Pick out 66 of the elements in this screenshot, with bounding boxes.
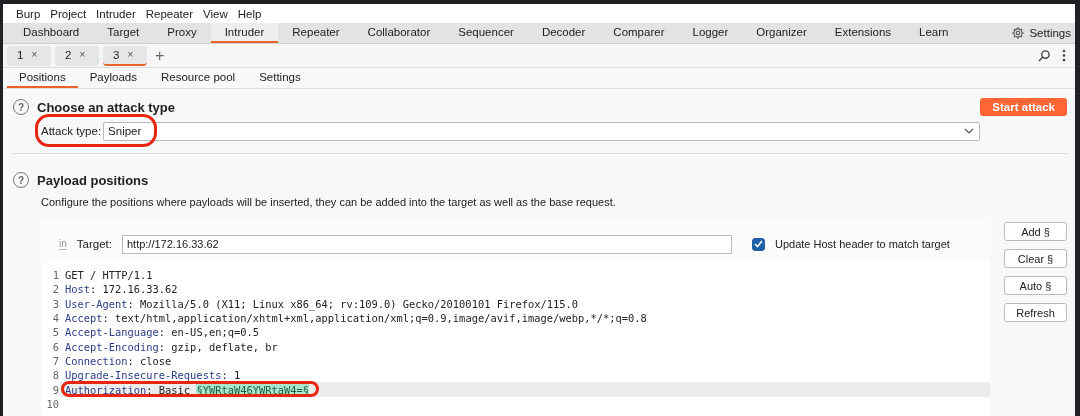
main-tab[interactable]: Organizer xyxy=(742,23,821,43)
sub-tab[interactable]: Settings xyxy=(247,68,313,88)
line-number: 3 xyxy=(51,297,60,310)
instance-tab[interactable]: 1 × xyxy=(7,45,51,66)
line-number: 4 xyxy=(51,312,60,325)
line-number: 10 xyxy=(45,397,60,410)
code-line: Accept: text/html,application/xhtml+xml,application/xml;q=0.9,image/avif,image/webp,*/*;q=0.8 xyxy=(64,311,648,326)
position-button[interactable]: Refresh xyxy=(1004,303,1067,322)
main-tab[interactable]: Proxy xyxy=(153,23,211,43)
menu-item[interactable]: Repeater xyxy=(140,7,199,20)
section-title: Choose an attack type xyxy=(37,99,175,115)
more-icon[interactable] xyxy=(1061,49,1067,62)
main-tab[interactable]: Target xyxy=(93,23,154,43)
line-number: 9 xyxy=(51,383,60,396)
checkbox-label: Update Host header to match target xyxy=(774,238,950,250)
code-line: Connection: close xyxy=(64,353,173,369)
menu-item[interactable]: View xyxy=(198,7,233,20)
line-number: 7 xyxy=(51,354,60,367)
main-tab[interactable]: Comparer xyxy=(599,23,679,43)
position-button[interactable]: Clear § xyxy=(1004,249,1067,268)
code-line: User-Agent: Mozilla/5.0 (X11; Linux x86_64; rv:109.0) Gecko/20100101 Firefox/115.0 xyxy=(64,296,579,311)
field-label: Target: xyxy=(76,238,112,250)
sub-tab[interactable]: Resource pool xyxy=(149,68,248,88)
code-line: GET / HTTP/1.1 xyxy=(64,268,154,283)
line-number: 1 xyxy=(51,269,60,282)
menu-item[interactable]: Help xyxy=(232,7,267,20)
line-number: 6 xyxy=(51,340,60,353)
position-button[interactable]: Add § xyxy=(1004,222,1067,241)
close-icon[interactable]: × xyxy=(31,49,38,60)
section-description: Configure the positions where payloads will be inserted, they can be added into the target as well as the base request. xyxy=(41,196,617,208)
main-tab[interactable]: Extensions xyxy=(820,23,906,43)
attack-type-select[interactable]: Sniper xyxy=(103,121,980,141)
main-tab[interactable]: Logger xyxy=(678,23,743,43)
sub-tab[interactable]: Positions xyxy=(7,68,78,88)
code-line: Host: 172.16.33.62 xyxy=(64,282,179,297)
main-tab[interactable]: Decoder xyxy=(527,23,600,43)
line-number: 5 xyxy=(51,326,60,339)
instance-tab[interactable]: 3 × xyxy=(103,45,147,66)
code-line: Upgrade-Insecure-Requests: 1 xyxy=(64,368,242,383)
main-tab[interactable]: Collaborator xyxy=(353,23,445,43)
position-button[interactable]: Auto § xyxy=(1004,276,1067,295)
code-line: Accept-Encoding: gzip, deflate, br xyxy=(64,339,279,354)
main-tab[interactable]: Intruder xyxy=(210,23,279,43)
menu-item[interactable]: Burp xyxy=(11,7,46,20)
field-label: Attack type: xyxy=(41,125,102,137)
main-tab[interactable]: Sequencer xyxy=(444,23,528,43)
settings-icon xyxy=(1011,26,1026,40)
search-icon[interactable] xyxy=(1038,49,1051,62)
add-tab-button[interactable]: + xyxy=(155,46,165,65)
line-number: 2 xyxy=(51,283,60,296)
instance-tab[interactable]: 2 × xyxy=(55,45,99,66)
chevron-icon xyxy=(964,128,974,134)
menu-item[interactable]: Intruder xyxy=(91,7,141,20)
target-field[interactable]: http://172.16.33.62 xyxy=(121,234,732,254)
line-number: 8 xyxy=(51,369,60,382)
settings-button[interactable]: Settings xyxy=(1011,23,1071,43)
section-title: Payload positions xyxy=(37,172,149,188)
main-tab[interactable]: Repeater xyxy=(278,23,354,43)
close-icon[interactable]: × xyxy=(127,49,134,60)
close-icon[interactable]: × xyxy=(79,49,86,60)
checkbox[interactable] xyxy=(751,237,765,251)
code-line: Accept-Language: en-US,en;q=0.5 xyxy=(64,325,260,340)
menu-item[interactable]: Project xyxy=(45,7,92,20)
main-tab[interactable]: Dashboard xyxy=(9,23,94,43)
sub-tab[interactable]: Payloads xyxy=(77,68,149,88)
main-tab[interactable]: Learn xyxy=(905,23,963,43)
